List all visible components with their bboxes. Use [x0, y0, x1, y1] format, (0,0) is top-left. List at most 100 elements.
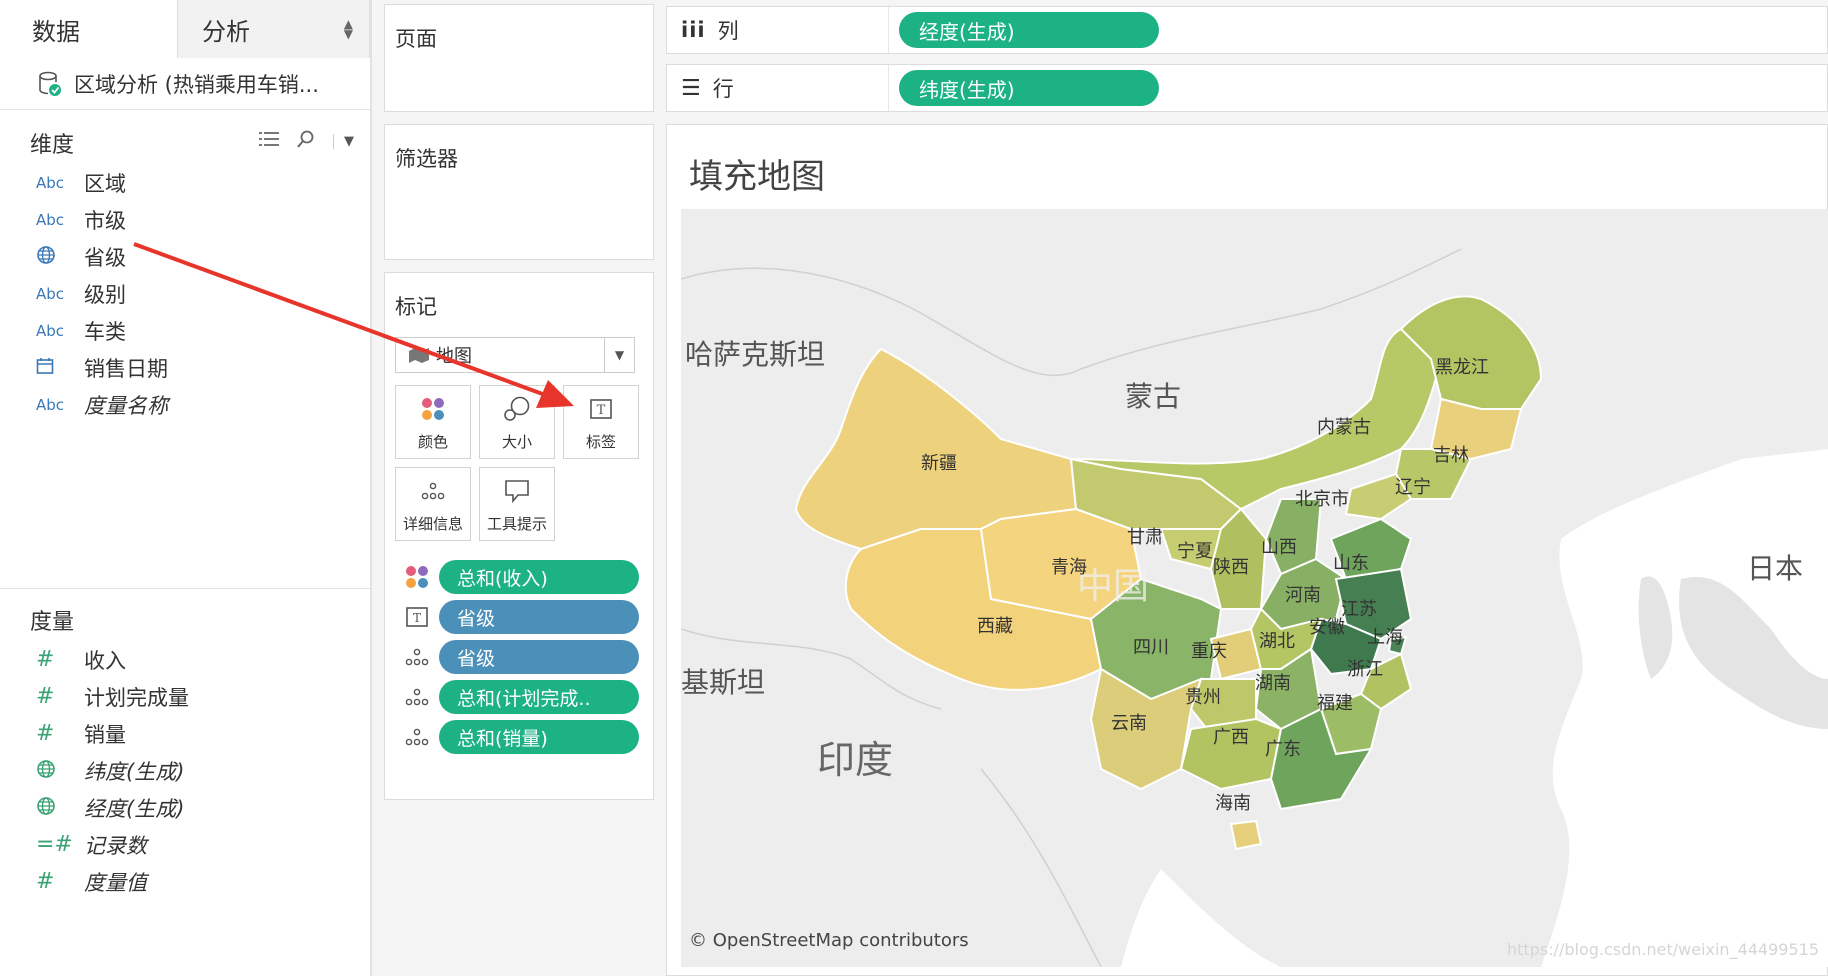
filled-map[interactable]: 哈萨克斯坦 蒙古 日本 印度 基斯坦 中国 新疆 西藏 青海 甘肃 内蒙古 黑龙…: [680, 209, 1828, 968]
globe-icon: [36, 759, 84, 783]
list-view-icon[interactable]: [259, 131, 279, 151]
tab-data-label: 数据: [32, 17, 80, 46]
size-button[interactable]: 大小: [479, 385, 555, 459]
detail-dots-icon: [403, 727, 431, 747]
search-icon[interactable]: [297, 130, 315, 152]
measure-field[interactable]: # 销量: [0, 715, 370, 752]
globe-icon: [36, 245, 84, 269]
view-title: 填充地图: [689, 157, 825, 197]
filters-title: 筛选器: [395, 147, 458, 171]
color-dots-icon: [420, 386, 446, 431]
measure-field[interactable]: # 收入: [0, 641, 370, 678]
pages-title: 页面: [395, 27, 437, 51]
country-label: 印度: [817, 738, 894, 782]
detail-button-label: 详细信息: [402, 515, 463, 533]
globe-icon: [36, 796, 84, 820]
color-button-label: 颜色: [417, 433, 448, 451]
size-button-label: 大小: [501, 433, 532, 451]
marks-pill[interactable]: 省级: [439, 640, 639, 674]
svg-text:T: T: [597, 403, 606, 418]
province-label: 安徽: [1309, 617, 1345, 638]
marks-pill[interactable]: 总和(计划完成..: [439, 680, 639, 714]
dimension-field[interactable]: Abc 度量名称: [0, 386, 370, 423]
mark-type-dropdown[interactable]: 地图 ▼: [395, 337, 635, 373]
dimension-field[interactable]: Abc 级别: [0, 275, 370, 312]
measure-field[interactable]: 经度(生成): [0, 789, 370, 826]
watermark-text: https://blog.csdn.net/weixin_44499515: [1506, 940, 1819, 959]
label-button-label: 标签: [585, 433, 616, 451]
filters-shelf[interactable]: 筛选器: [384, 124, 654, 260]
color-dots-icon: [403, 564, 431, 590]
country-label: 蒙古: [1125, 380, 1182, 413]
string-type-icon: Abc: [36, 321, 65, 340]
province-label: 黑龙江: [1435, 357, 1489, 378]
country-label: 基斯坦: [681, 666, 766, 699]
measure-field[interactable]: # 计划完成量: [0, 678, 370, 715]
color-button[interactable]: 颜色: [395, 385, 471, 459]
dimension-field[interactable]: Abc 区域: [0, 164, 370, 201]
number-type-icon: #: [36, 684, 55, 709]
province-label: 广东: [1265, 739, 1301, 760]
province-label: 广西: [1213, 727, 1249, 748]
string-type-icon: Abc: [36, 210, 65, 229]
chevron-down-icon[interactable]: ▼: [333, 133, 354, 149]
worksheet-view: 填充地图 哈萨克斯坦 蒙古 日本 印度 基斯坦 中国 新疆 西藏 青海 甘肃 内…: [666, 124, 1828, 976]
marks-pill[interactable]: 省级: [439, 600, 639, 634]
dimension-field[interactable]: 省级: [0, 238, 370, 275]
measure-field[interactable]: 纬度(生成): [0, 752, 370, 789]
detail-dots-icon: [403, 647, 431, 667]
measures-title: 度量: [30, 610, 75, 635]
marks-pill[interactable]: 总和(销量): [439, 720, 639, 754]
label-button[interactable]: T 标签: [563, 385, 639, 459]
province-label: 西藏: [977, 616, 1013, 637]
mark-type-label: 地图: [436, 346, 472, 367]
string-type-icon: Abc: [36, 173, 65, 192]
rows-label: 行: [712, 77, 734, 101]
size-circles-icon: [503, 386, 531, 431]
measure-list: # 收入 # 计划完成量 # 销量 纬度(生成) 经度(生成) =# 记录数 # 度量值: [0, 641, 370, 900]
calc-number-type-icon: =#: [36, 832, 73, 857]
tooltip-button[interactable]: 工具提示: [479, 467, 555, 541]
marks-pill-row[interactable]: T 省级: [403, 599, 639, 635]
columns-label: 列: [717, 19, 739, 43]
svg-text:T: T: [413, 611, 421, 625]
number-type-icon: #: [36, 721, 55, 746]
number-type-icon: #: [36, 869, 55, 894]
measure-field[interactable]: # 度量值: [0, 863, 370, 900]
dimension-field[interactable]: Abc 车类: [0, 312, 370, 349]
province-label: 吉林: [1433, 445, 1469, 466]
marks-pill-row[interactable]: 总和(收入): [403, 559, 639, 595]
tab-analysis[interactable]: 分析 ▲ ▼: [177, 0, 370, 58]
province-label: 上海: [1367, 627, 1403, 648]
province-label: 重庆: [1191, 641, 1227, 662]
marks-pill[interactable]: 总和(收入): [439, 560, 639, 594]
detail-button[interactable]: 详细信息: [395, 467, 471, 541]
province-label: 湖北: [1259, 631, 1295, 652]
province-label: 四川: [1133, 637, 1169, 658]
province-label: 新疆: [921, 453, 957, 474]
province-label: 贵州: [1185, 687, 1221, 708]
measures-header: 度量: [0, 599, 370, 641]
sort-arrows-icon: ▲ ▼: [343, 17, 353, 41]
rows-shelf[interactable]: ☰ 行 纬度(生成): [666, 64, 1828, 112]
tab-data[interactable]: 数据: [0, 0, 178, 58]
measure-field[interactable]: =# 记录数: [0, 826, 370, 863]
rows-pill[interactable]: 纬度(生成): [899, 70, 1159, 106]
border-line: [980, 768, 1102, 968]
text-label-icon: T: [589, 386, 613, 431]
pages-shelf[interactable]: 页面: [384, 4, 654, 112]
columns-shelf[interactable]: iii 列 经度(生成): [666, 6, 1828, 54]
columns-pill[interactable]: 经度(生成): [899, 12, 1159, 48]
detail-dots-icon: [420, 468, 446, 513]
marks-pill-row[interactable]: 省级: [403, 639, 639, 675]
tooltip-bubble-icon: [504, 468, 530, 513]
tableau-workspace: 数据 分析 ▲ ▼ 区域分析 (热销乘用车销... 维度 ▼ Abc 区域 Ab…: [0, 0, 1828, 976]
dimension-field[interactable]: Abc 市级: [0, 201, 370, 238]
chevron-down-icon: ▼: [604, 338, 634, 372]
dimension-field[interactable]: 销售日期: [0, 349, 370, 386]
map-attribution[interactable]: © OpenStreetMap contributors: [689, 930, 969, 951]
marks-pill-row[interactable]: 总和(销量): [403, 719, 639, 755]
marks-pill-row[interactable]: 总和(计划完成..: [403, 679, 639, 715]
datasource-item[interactable]: 区域分析 (热销乘用车销...: [0, 58, 370, 110]
dimensions-header: 维度 ▼: [0, 122, 370, 164]
